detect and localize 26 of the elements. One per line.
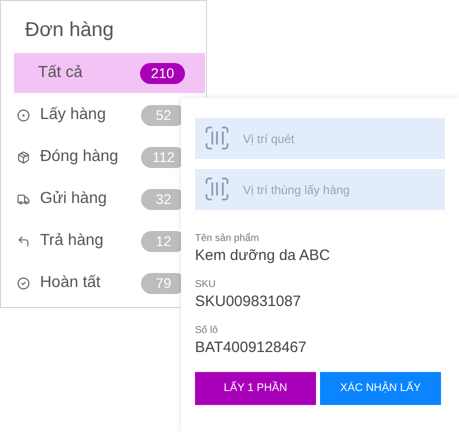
action-button[interactable]: XÁC NHẬN LẤY [320,372,441,405]
detail-label: Tên sản phẩm [195,232,260,246]
return-arrow-icon [17,234,30,248]
detail-value: Kem dưỡng da ABC [195,246,331,266]
detail-label: Số lô [195,324,219,338]
sidebar-item[interactable]: Tất cả 210 [14,53,205,93]
barcode-scan-icon [203,124,231,152]
item-label: Trả hàng [40,231,104,251]
item-label: Gửi hàng [40,189,108,209]
item-label: Đóng hàng [40,147,120,167]
detail-value: SKU009831087 [195,292,302,312]
detail-value: BAT4009128467 [195,338,308,358]
check-circle-icon [17,276,30,290]
sidebar-title: Đơn hàng [25,18,115,43]
count-badge: 210 [140,62,185,84]
box-icon [17,150,30,164]
detail-label: SKU [195,278,217,292]
item-label: Hoàn tất [40,273,102,293]
item-label: Lấy hàng [40,105,107,125]
truck-icon [17,192,30,206]
target-icon [17,108,30,122]
barcode-scan-icon [203,175,231,203]
action-button[interactable]: LẤY 1 PHẦN [195,372,316,405]
scan-field[interactable]: Vị trí thùng lấy hàng [195,169,445,210]
scan-field[interactable]: Vị trí quét [195,118,445,159]
item-label: Tất cả [38,63,84,83]
